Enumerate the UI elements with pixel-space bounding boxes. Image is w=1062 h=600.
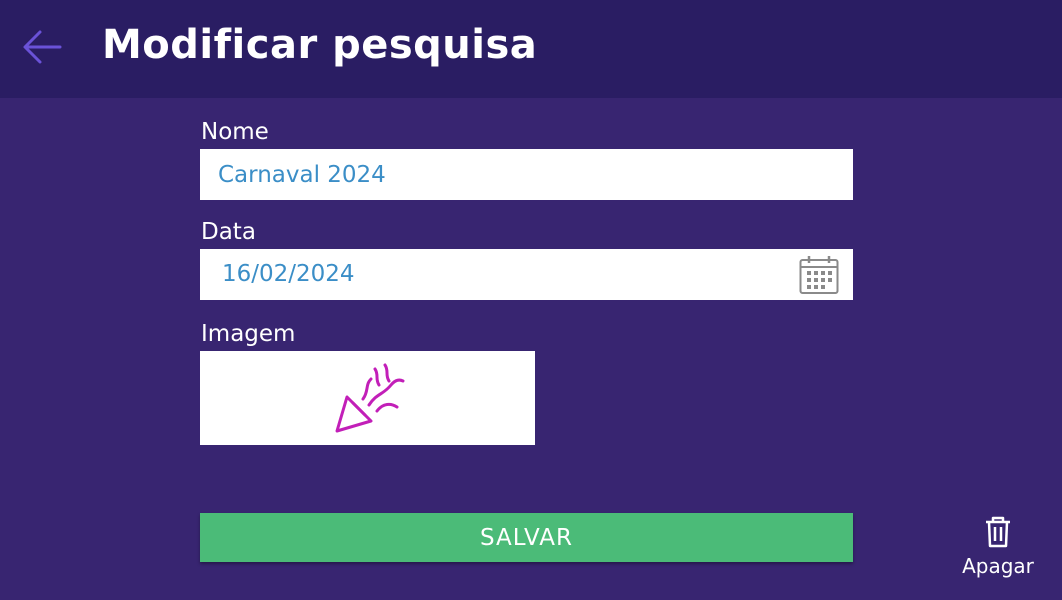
trash-icon <box>986 516 1010 548</box>
name-label: Nome <box>201 119 269 145</box>
save-button[interactable]: SALVAR <box>200 513 853 562</box>
party-popper-icon <box>335 363 405 433</box>
image-label: Imagem <box>201 321 296 347</box>
delete-label: Apagar <box>962 554 1034 578</box>
name-input[interactable] <box>200 149 853 200</box>
arrow-left-icon <box>23 30 62 64</box>
delete-button[interactable]: Apagar <box>952 512 1044 584</box>
date-field[interactable]: 16/02/2024 <box>200 249 853 300</box>
calendar-button[interactable] <box>799 255 839 295</box>
date-label: Data <box>201 219 256 245</box>
app-header: Modificar pesquisa <box>0 0 1062 98</box>
image-picker[interactable] <box>200 351 535 445</box>
page-title: Modificar pesquisa <box>102 22 538 68</box>
back-button[interactable] <box>18 24 66 70</box>
date-value: 16/02/2024 <box>222 261 355 287</box>
calendar-icon <box>799 256 839 294</box>
